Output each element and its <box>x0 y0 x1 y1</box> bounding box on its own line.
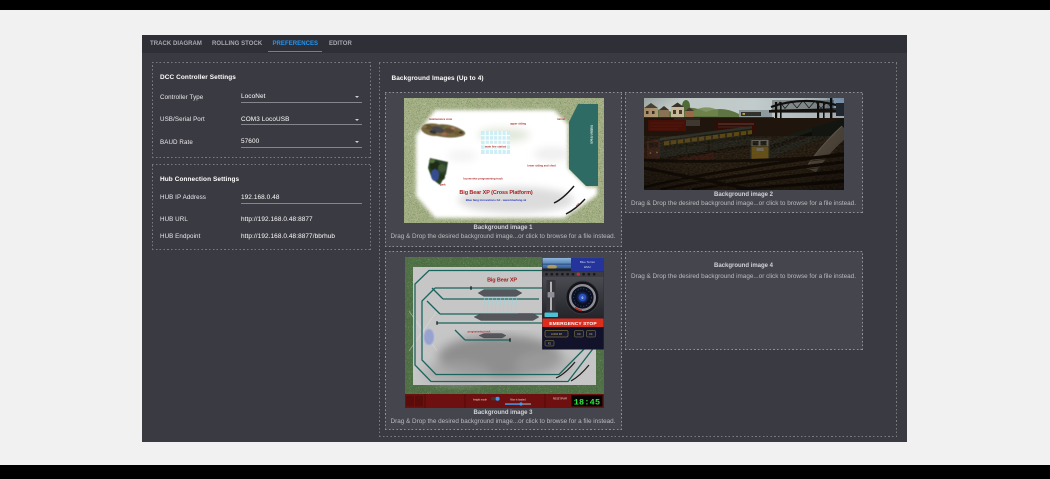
svg-text:EMU: EMU <box>584 265 591 269</box>
svg-text:locomotive programming track: locomotive programming track <box>463 176 503 180</box>
svg-text:main line station: main line station <box>484 144 506 148</box>
svg-text:programming track: programming track <box>467 331 490 334</box>
svg-text:freight mode: freight mode <box>473 399 488 402</box>
svg-text:upper siding: upper siding <box>509 121 525 125</box>
svg-text:Big Bear XP (Cross Platform): Big Bear XP (Cross Platform) <box>459 189 532 195</box>
svg-text:park: park <box>439 182 445 186</box>
svg-text:Max is loaded: Max is loaded <box>510 399 526 402</box>
svg-text:RESET/PWR: RESET/PWR <box>552 398 566 401</box>
svg-text:hidden track: hidden track <box>589 125 593 144</box>
svg-text:tunnel: tunnel <box>556 116 564 120</box>
svg-text:maintenance crew: maintenance crew <box>428 116 452 120</box>
svg-text:18:45: 18:45 <box>573 398 600 408</box>
svg-text:EMERGENCY STOP: EMERGENCY STOP <box>549 321 597 327</box>
svg-text:Blue fang innovations ltd - ww: Blue fang innovations ltd - www.bluefang… <box>465 198 526 202</box>
svg-text:0: 0 <box>581 296 583 300</box>
svg-text:Big Bear XP: Big Bear XP <box>487 278 517 284</box>
svg-text:Blue Terrier: Blue Terrier <box>579 260 594 264</box>
svg-text:lower siding and shed: lower siding and shed <box>527 163 556 167</box>
svg-text:LOCO F8: LOCO F8 <box>551 333 562 336</box>
